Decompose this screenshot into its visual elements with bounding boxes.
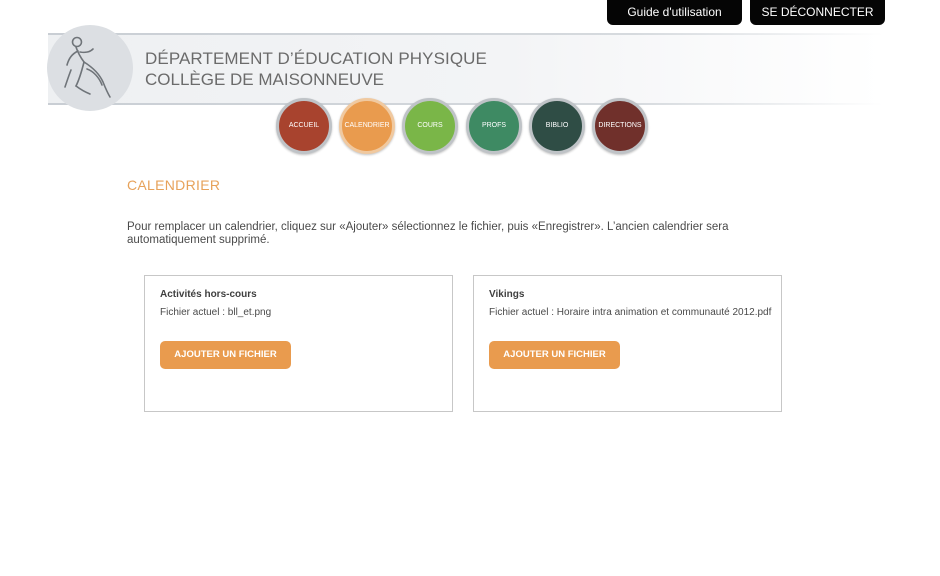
nav-biblio[interactable]: BIBLIO bbox=[529, 98, 585, 154]
nav-accueil[interactable]: ACCUEIL bbox=[276, 98, 332, 154]
calendar-card-activites: Activités hors-cours Fichier actuel : bl… bbox=[144, 275, 453, 412]
nav-profs[interactable]: PROFS bbox=[466, 98, 522, 154]
add-file-button[interactable]: AJOUTER UN FICHIER bbox=[160, 341, 291, 369]
nav-calendrier[interactable]: CALENDRIER bbox=[339, 98, 395, 154]
user-guide-button[interactable]: Guide d'utilisation bbox=[607, 0, 742, 25]
card-title: Activités hors-cours bbox=[160, 289, 257, 300]
header-banner bbox=[48, 34, 883, 104]
current-file-text: Fichier actuel : bll_et.png bbox=[160, 307, 272, 318]
runner-logo-icon bbox=[47, 25, 133, 111]
nav-cours[interactable]: COURS bbox=[402, 98, 458, 154]
card-title: Vikings bbox=[489, 289, 525, 300]
instructions-text: Pour remplacer un calendrier, cliquez su… bbox=[127, 221, 729, 246]
page-title: CALENDRIER bbox=[127, 177, 221, 193]
calendar-card-vikings: Vikings Fichier actuel : Horaire intra a… bbox=[473, 275, 782, 412]
header-divider-top bbox=[48, 33, 883, 35]
current-file-text: Fichier actuel : Horaire intra animation… bbox=[489, 307, 772, 318]
header-divider-bottom bbox=[48, 103, 883, 105]
logout-button[interactable]: SE DÉCONNECTER bbox=[750, 0, 885, 25]
nav-directions[interactable]: DIRECTIONS bbox=[592, 98, 648, 154]
add-file-button[interactable]: AJOUTER UN FICHIER bbox=[489, 341, 620, 369]
department-title: DÉPARTEMENT D’ÉDUCATION PHYSIQUE bbox=[145, 49, 487, 68]
college-name: COLLÈGE DE MAISONNEUVE bbox=[145, 70, 385, 89]
